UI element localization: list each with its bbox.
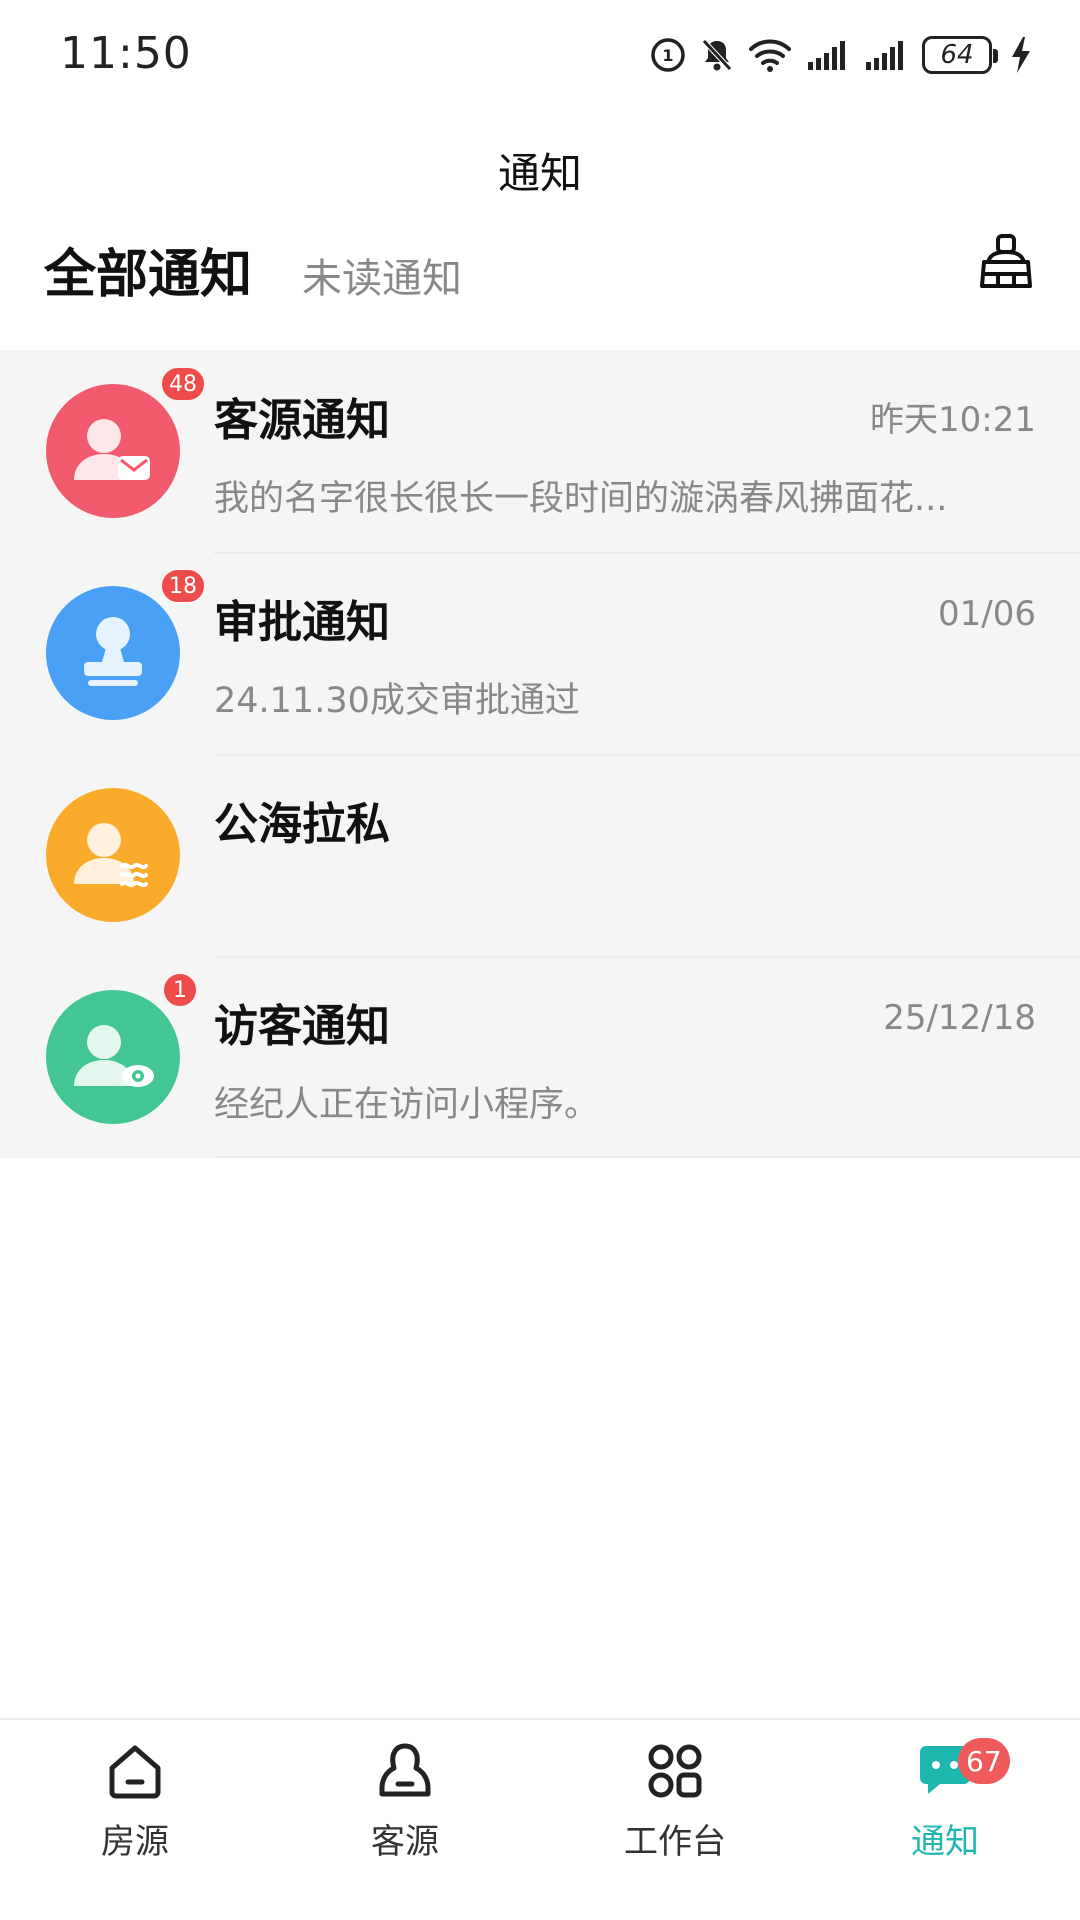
house-icon [109,1745,161,1799]
notification-time: 昨天10:21 [870,400,1036,440]
notification-row-public-pool[interactable]: 公海拉私 [0,754,1080,956]
signal-icon [808,41,845,70]
status-time: 11:50 [60,28,192,79]
svg-text:1: 1 [662,46,673,65]
notification-title: 客源通知 [214,395,390,446]
grid-icon [648,1744,702,1798]
nav-label: 通知 [911,1822,979,1862]
page-title: 通知 [497,149,582,198]
notification-time: 01/06 [938,594,1036,634]
battery-level: 64 [940,40,974,70]
notification-title: 访客通知 [214,1001,390,1052]
notification-title: 公海拉私 [214,799,390,850]
notification-list: 48 客源通知 昨天10:21 我的名字很长很长一段时间的漩涡春风拂面花... … [0,350,1080,1158]
bottom-nav: 房源 客源 工作台 通知 67 [0,1718,1080,1920]
notification-avatar [46,586,180,720]
notification-preview: 经纪人正在访问小程序。 [214,1085,600,1125]
signal-icon [866,41,903,70]
notification-tabs: 全部通知 未读通知 [44,232,462,307]
notification-row-approval[interactable]: 18 审批通知 01/06 24.11.30成交审批通过 [0,552,1080,754]
hd-icon: 1 [651,38,685,72]
status-bar: 11:50 1 64 [0,0,1080,110]
notification-avatar [46,788,180,922]
broom-icon [980,234,1032,288]
wifi-icon [749,39,791,72]
notification-row-visitor[interactable]: 1 访客通知 25/12/18 经纪人正在访问小程序。 [0,956,1080,1158]
tab-unread-notifications[interactable]: 未读通知 [302,246,462,304]
user-eye-icon [46,990,180,1124]
user-waves-icon [46,788,180,922]
unread-badge: 1 [162,972,198,1008]
nav-item-customers[interactable]: 客源 [270,1720,540,1920]
notification-row-customer[interactable]: 48 客源通知 昨天10:21 我的名字很长很长一段时间的漩涡春风拂面花... [0,350,1080,552]
clear-button[interactable] [976,232,1036,292]
tab-all-notifications[interactable]: 全部通知 [44,232,252,307]
stamp-icon [46,586,180,720]
nav-item-workbench[interactable]: 工作台 [540,1720,810,1920]
notification-preview: 24.11.30成交审批通过 [214,681,580,721]
nav-label: 房源 [101,1822,169,1862]
unread-badge: 48 [160,366,206,402]
charging-icon [1012,37,1030,73]
user-mail-icon [46,384,180,518]
notification-avatar [46,384,180,518]
unread-badge: 18 [160,568,206,604]
nav-item-notifications[interactable]: 通知 67 [810,1720,1080,1920]
notification-preview: 我的名字很长很长一段时间的漩涡春风拂面花... [214,479,948,519]
status-icons: 1 64 [650,32,1032,78]
notification-avatar [46,990,180,1124]
bell-off-icon [702,39,732,71]
nav-label: 工作台 [624,1822,726,1862]
person-icon [379,1743,431,1797]
nav-unread-badge: 67 [958,1738,1010,1784]
nav-label: 客源 [371,1822,439,1862]
notification-title: 审批通知 [214,597,390,648]
notification-time: 25/12/18 [883,998,1036,1038]
nav-item-houses[interactable]: 房源 [0,1720,270,1920]
battery-icon: 64 [922,36,998,74]
